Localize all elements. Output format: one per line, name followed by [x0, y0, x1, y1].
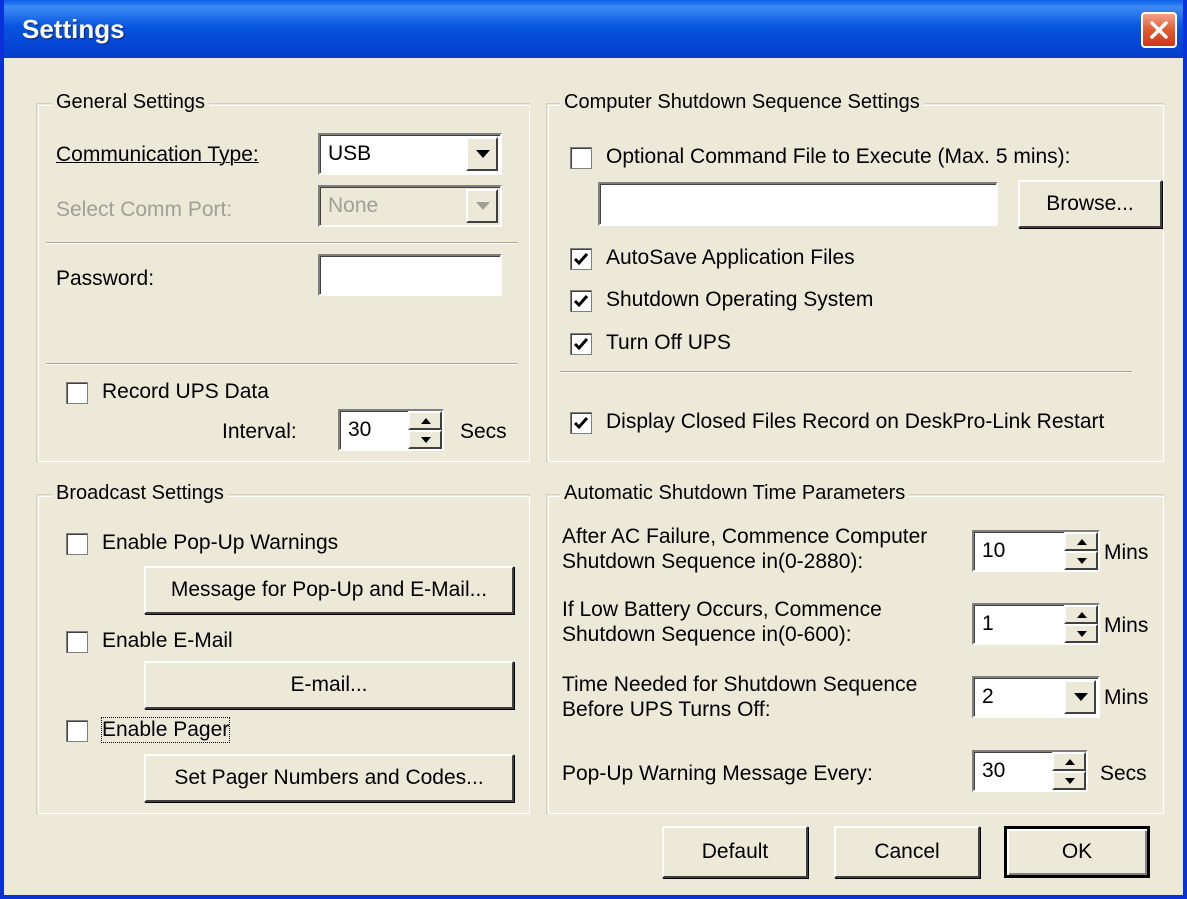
ac-failure-label-line1: After AC Failure, Commence Computer [562, 525, 928, 548]
time-needed-value: 2 [982, 685, 994, 708]
time-needed-dropdown-button[interactable] [1064, 680, 1096, 714]
interval-label: Interval: [222, 420, 297, 443]
interval-value: 30 [348, 418, 372, 441]
interval-spinner[interactable]: 30 [338, 409, 444, 451]
browse-button[interactable]: Browse... [1018, 180, 1162, 228]
comm-port-label: Select Comm Port: [56, 198, 233, 221]
optional-command-label[interactable]: Optional Command File to Execute (Max. 5… [606, 145, 1071, 169]
enable-popup-checkbox[interactable] [66, 533, 88, 555]
spin-down-icon [1065, 777, 1075, 784]
shutdown-divider [560, 371, 1132, 373]
ac-failure-down-button[interactable] [1064, 551, 1098, 570]
email-button[interactable]: E-mail... [144, 661, 514, 709]
low-battery-spin-buttons[interactable] [1064, 605, 1098, 643]
spin-up-icon [1065, 758, 1075, 765]
general-divider-2 [46, 363, 518, 365]
record-ups-data-checkbox[interactable] [66, 382, 88, 404]
comm-port-value: None [328, 194, 379, 217]
popup-interval-unit: Secs [1100, 762, 1147, 785]
general-divider-1 [46, 242, 518, 244]
low-battery-unit: Mins [1104, 614, 1149, 637]
default-button[interactable]: Default [662, 826, 808, 878]
enable-pager-label[interactable]: Enable Pager [100, 717, 231, 743]
autosave-label[interactable]: AutoSave Application Files [606, 246, 855, 270]
communication-type-dropdown-button[interactable] [466, 137, 498, 171]
spin-down-icon [1077, 557, 1087, 564]
popup-interval-down-button[interactable] [1052, 771, 1086, 790]
ac-failure-spinner[interactable]: 10 [972, 530, 1100, 572]
popup-interval-spin-buttons[interactable] [1052, 752, 1086, 790]
chevron-down-icon [1074, 693, 1088, 701]
spin-down-icon [1077, 630, 1087, 637]
ac-failure-spin-buttons[interactable] [1064, 532, 1098, 570]
pager-numbers-button[interactable]: Set Pager Numbers and Codes... [144, 754, 514, 802]
interval-down-button[interactable] [408, 430, 442, 449]
record-ups-data-label[interactable]: Record UPS Data [102, 380, 269, 404]
general-settings-legend: General Settings [52, 91, 209, 114]
time-needed-dropdown[interactable]: 2 [972, 676, 1100, 718]
ac-failure-unit: Mins [1104, 541, 1149, 564]
comm-port-dropdown: None [318, 185, 502, 227]
popup-interval-label: Pop-Up Warning Message Every: [562, 762, 873, 785]
message-popup-email-button[interactable]: Message for Pop-Up and E-Mail... [144, 566, 514, 614]
shutdown-sequence-legend: Computer Shutdown Sequence Settings [560, 91, 924, 114]
enable-popup-label[interactable]: Enable Pop-Up Warnings [102, 531, 338, 555]
popup-interval-up-button[interactable] [1052, 752, 1086, 771]
time-needed-label-line1: Time Needed for Shutdown Sequence [562, 673, 918, 696]
close-icon [1150, 21, 1168, 39]
popup-interval-value: 30 [982, 759, 1006, 782]
cancel-button[interactable]: Cancel [834, 826, 980, 878]
spin-up-icon [1077, 611, 1087, 618]
broadcast-settings-legend: Broadcast Settings [52, 482, 228, 505]
low-battery-value: 1 [982, 612, 994, 635]
shutdown-os-checkbox[interactable] [570, 290, 592, 312]
enable-email-checkbox[interactable] [66, 631, 88, 653]
low-battery-up-button[interactable] [1064, 605, 1098, 624]
title-bar[interactable]: Settings [4, 0, 1183, 58]
ac-failure-value: 10 [982, 539, 1006, 562]
display-closed-files-label[interactable]: Display Closed Files Record on DeskPro-L… [606, 410, 1104, 434]
turn-off-ups-label[interactable]: Turn Off UPS [606, 331, 731, 355]
comm-port-dropdown-button [466, 189, 498, 223]
low-battery-label-line1: If Low Battery Occurs, Commence [562, 598, 882, 621]
interval-up-button[interactable] [408, 411, 442, 430]
password-label: Password: [56, 267, 155, 290]
ac-failure-label-line2: Shutdown Sequence in(0-2880): [562, 550, 864, 573]
optional-command-checkbox[interactable] [570, 147, 592, 169]
popup-interval-spinner[interactable]: 30 [972, 750, 1088, 792]
auto-shutdown-legend: Automatic Shutdown Time Parameters [560, 482, 910, 505]
interval-spin-buttons[interactable] [408, 411, 442, 449]
ac-failure-up-button[interactable] [1064, 532, 1098, 551]
communication-type-dropdown[interactable]: USB [318, 133, 502, 175]
display-closed-files-checkbox[interactable] [570, 412, 592, 434]
spin-up-icon [421, 417, 431, 424]
autosave-checkbox[interactable] [570, 248, 592, 270]
spin-up-icon [1077, 538, 1087, 545]
spin-down-icon [421, 436, 431, 443]
enable-email-label[interactable]: Enable E-Mail [102, 629, 233, 653]
low-battery-spinner[interactable]: 1 [972, 603, 1100, 645]
low-battery-label-line2: Shutdown Sequence in(0-600): [562, 623, 852, 646]
time-needed-unit: Mins [1104, 686, 1149, 709]
turn-off-ups-checkbox[interactable] [570, 333, 592, 355]
password-input[interactable] [318, 254, 502, 296]
communication-type-value: USB [328, 142, 372, 165]
shutdown-os-label[interactable]: Shutdown Operating System [606, 288, 873, 312]
time-needed-label-line2: Before UPS Turns Off: [562, 698, 771, 721]
settings-dialog: Settings General Settings Communication … [0, 0, 1187, 899]
checkmark-icon [573, 253, 589, 266]
close-button[interactable] [1141, 12, 1177, 48]
ok-button[interactable]: OK [1004, 826, 1150, 878]
checkmark-icon [573, 417, 589, 430]
chevron-down-icon [476, 150, 490, 158]
interval-unit: Secs [460, 420, 507, 443]
checkmark-icon [573, 338, 589, 351]
enable-pager-checkbox[interactable] [66, 720, 88, 742]
communication-type-label: Communication Type: [56, 143, 259, 166]
low-battery-down-button[interactable] [1064, 624, 1098, 643]
window-title: Settings [22, 14, 125, 44]
checkmark-icon [573, 295, 589, 308]
chevron-down-icon [476, 202, 490, 210]
command-file-input[interactable] [598, 182, 998, 226]
